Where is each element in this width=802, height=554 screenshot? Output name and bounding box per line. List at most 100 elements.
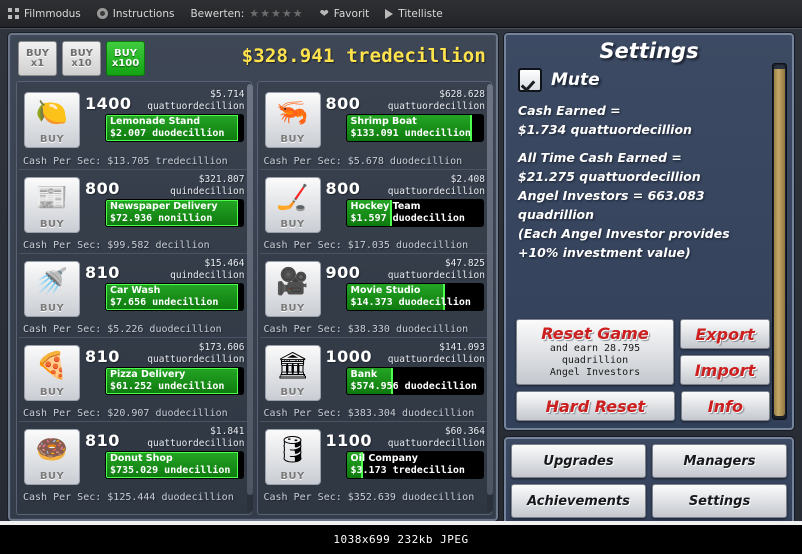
reset-game-sub3: Angel Investors <box>549 367 641 378</box>
business-cash-per-sec: Cash Per Sec: $352.639 duodecillion <box>263 492 475 503</box>
lemonade-icon: 🍋 <box>35 98 69 128</box>
left-column-scrollbar[interactable] <box>246 84 253 512</box>
rating-control[interactable]: Bewerten: ★★★★★ <box>190 7 303 20</box>
settings-nav-button[interactable]: Settings <box>652 484 787 518</box>
heart-icon: ❤ <box>319 7 329 20</box>
all-time-cash-label: All Time Cash Earned = <box>518 150 682 165</box>
oil-pump-icon: 🛢 <box>275 435 309 465</box>
info-button[interactable]: Info <box>680 391 770 421</box>
instructions-label: Instructions <box>112 7 175 20</box>
business-buy-button[interactable]: 🏒 BUY <box>264 177 321 233</box>
upgrades-button[interactable]: Upgrades <box>511 444 646 478</box>
buy-text: BUY <box>280 134 305 145</box>
export-button[interactable]: Export <box>680 319 770 349</box>
buy-x10-line2: x10 <box>71 57 92 69</box>
business-cash-per-sec: Cash Per Sec: $13.705 tredecillion <box>23 156 228 167</box>
managers-button[interactable]: Managers <box>652 444 787 478</box>
main-nav-panel: Upgrades Managers Achievements Settings <box>504 437 794 525</box>
business-progress-bar[interactable]: Lemonade Stand $2.007 duodecillion <box>105 114 244 142</box>
business-name: Lemonade Stand <box>110 116 201 127</box>
game-canvas: BUY x1 BUY x10 BUY x100 $328.941 tredeci… <box>0 28 802 525</box>
business-progress-bar[interactable]: Car Wash $7.656 undecillion <box>105 283 244 311</box>
buy-text: BUY <box>39 471 65 482</box>
buy-x100-line1: BUY <box>114 47 137 59</box>
business-buy-button[interactable]: 🛢 BUY <box>264 429 321 485</box>
buy-text: BUY <box>280 219 305 230</box>
buy-text: BUY <box>39 303 65 314</box>
business-value: $3.173 tredecillion <box>350 465 465 476</box>
cash-earned-label: Cash Earned = <box>518 103 621 118</box>
achievements-button[interactable]: Achievements <box>511 484 646 518</box>
business-name: Hockey Team <box>350 201 421 212</box>
business-value: $7.656 undecillion <box>110 297 219 308</box>
rating-label: Bewerten: <box>190 7 245 20</box>
business-buy-button[interactable]: 🍕 BUY <box>24 345 80 401</box>
business-progress-bar[interactable]: Pizza Delivery $61.252 undecillion <box>105 367 244 395</box>
business-buy-button[interactable]: 🦐 BUY <box>264 92 321 148</box>
business-cost: $321.807 quindecillion <box>170 174 245 197</box>
buy-multiplier-group: BUY x1 BUY x10 BUY x100 <box>18 41 145 76</box>
business-progress-bar[interactable]: Hockey Team $1.597 duodecillion <box>345 199 484 227</box>
business-cash-per-sec: Cash Per Sec: $99.582 decillion <box>23 240 210 251</box>
mute-toggle[interactable]: Mute <box>518 68 792 92</box>
business-progress-bar[interactable]: Movie Studio $14.373 duodecillion <box>345 283 484 311</box>
business-row: 🚿 BUY 810 $15.464 quindecillion Car Wash $7.65… <box>19 253 249 337</box>
image-viewer: Filmmodus Instructions Bewerten: ★★★★★ ❤… <box>0 0 802 554</box>
reset-game-title: Reset Game <box>541 324 649 343</box>
all-time-cash-value: $21.275 quattuordecillion <box>518 169 701 184</box>
businesses-panel: BUY x1 BUY x10 BUY x100 $328.941 tredeci… <box>8 33 498 521</box>
film-mode-button[interactable]: Filmmodus <box>8 8 81 20</box>
carwash-icon: 🚿 <box>35 267 69 297</box>
total-cash-display: $328.941 tredecillion <box>241 45 486 67</box>
business-buy-button[interactable]: 📰 BUY <box>24 177 80 233</box>
business-name: Car Wash <box>110 285 161 296</box>
hard-reset-button[interactable]: Hard Reset <box>516 391 675 421</box>
business-buy-button[interactable]: 🍩 BUY <box>24 429 80 485</box>
shrimp-icon: 🦐 <box>276 98 309 128</box>
business-buy-button[interactable]: 🚿 BUY <box>24 261 80 317</box>
reset-game-sub2: quadrillion <box>561 355 629 366</box>
business-progress-bar[interactable]: Newspaper Delivery $72.936 nonillion <box>105 199 244 227</box>
business-progress-bar[interactable]: Bank $574.956 duodecillion <box>345 367 484 395</box>
business-value: $2.007 duodecillion <box>110 128 225 139</box>
business-row: 🏛 BUY 1000 $141.093 quattuordecillion Bank $57… <box>259 337 489 421</box>
business-row: 📰 BUY 800 $321.807 quindecillion Newspaper De… <box>19 169 249 253</box>
import-button[interactable]: Import <box>680 355 770 385</box>
buy-text: BUY <box>280 471 305 482</box>
hard-reset-label: Hard Reset <box>545 396 646 416</box>
business-column-left: 🍋 BUY 1400 $5.714 quattuordecillion Lemonade … <box>16 81 253 515</box>
reset-game-button[interactable]: Reset Game and earn 28.795 quadrillion A… <box>516 319 674 385</box>
buy-x1-button[interactable]: BUY x1 <box>18 41 57 76</box>
rating-stars[interactable]: ★★★★★ <box>249 7 303 20</box>
title-list-button[interactable]: Titelliste <box>385 8 443 20</box>
business-row: 🍕 BUY 810 $173.606 quattuordecillion Pizza De… <box>19 337 249 421</box>
buy-x10-line1: BUY <box>70 47 93 59</box>
settings-actions: Reset Game and earn 28.795 quadrillion A… <box>516 319 770 421</box>
business-buy-button[interactable]: 🍋 BUY <box>24 92 80 148</box>
business-buy-button[interactable]: 🏛 BUY <box>264 345 321 401</box>
business-progress-bar[interactable]: Shrimp Boat $133.091 undecillion <box>345 114 484 142</box>
business-buy-button[interactable]: 🎥 BUY <box>264 261 321 317</box>
buy-text: BUY <box>280 303 305 314</box>
business-name: Newspaper Delivery <box>110 201 218 212</box>
business-progress-bar[interactable]: Donut Shop $735.029 undecillion <box>105 451 244 479</box>
business-cost: $2.408 quattuordecillion <box>387 174 485 197</box>
business-row: 🛢 BUY 1100 $60.364 quattuordecillion Oil Comp… <box>259 421 489 505</box>
favorite-label: Favorit <box>333 7 370 20</box>
instructions-button[interactable]: Instructions <box>96 7 175 20</box>
business-cash-per-sec: Cash Per Sec: $5.678 duodecillion <box>263 156 463 167</box>
right-column-scrollbar[interactable] <box>487 84 493 512</box>
buy-x100-button[interactable]: BUY x100 <box>106 41 145 76</box>
settings-scrollbar[interactable] <box>772 63 787 420</box>
import-label: Import <box>694 360 756 380</box>
donut-icon: 🍩 <box>35 435 69 465</box>
business-name: Movie Studio <box>350 285 421 296</box>
business-cash-per-sec: Cash Per Sec: $383.304 duodecillion <box>263 408 475 419</box>
favorite-button[interactable]: ❤ Favorit <box>320 7 370 20</box>
business-cost: $141.093 quattuordecillion <box>387 342 485 365</box>
buy-x10-button[interactable]: BUY x10 <box>62 41 101 76</box>
mute-checkbox[interactable] <box>518 68 542 92</box>
business-progress-bar[interactable]: Oil Company $3.173 tredecillion <box>345 451 484 479</box>
business-value: $735.029 undecillion <box>110 465 231 476</box>
business-cost: $628.628 quattuordecillion <box>387 89 485 112</box>
